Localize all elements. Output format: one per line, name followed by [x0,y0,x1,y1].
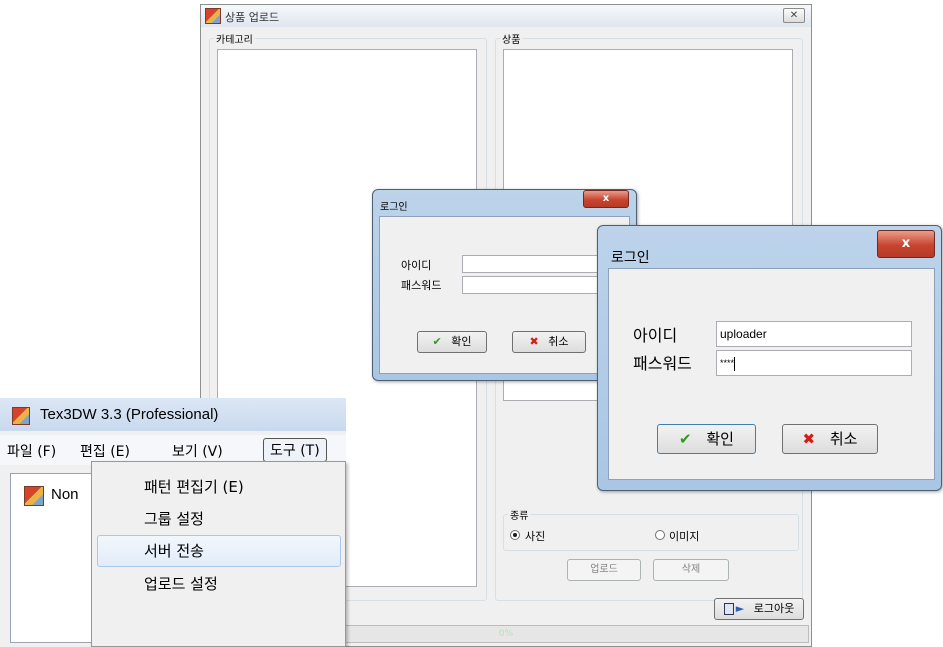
login-large-pw-value: **** [720,358,735,368]
product-label: 상품 [502,35,521,46]
login-small-id-label: 아이디 [401,259,432,272]
login-large-id-input[interactable]: uploader [716,321,912,347]
login-large-id-label: 아이디 [633,326,678,345]
x-icon: ✖ [529,335,539,348]
type-group-label: 종류 [510,511,529,522]
menu-item-upload-settings[interactable]: 업로드 설정 [92,569,345,599]
menu-edit[interactable]: 편집 (E) [80,441,130,461]
login-large-close-button[interactable]: x [877,230,935,258]
login-small-cancel-button[interactable]: ✖ 취소 [512,331,586,353]
tex3dw-doc-tab[interactable]: Non [51,486,79,503]
upload-button[interactable]: 업로드 [567,559,641,581]
upload-window-title: 상품 업로드 [225,11,280,24]
login-small-pw-label: 패스워드 [401,279,442,292]
type-photo-radio[interactable] [510,530,520,540]
login-large-cancel-label: 취소 [829,430,858,448]
login-large-ok-label: 확인 [706,430,734,448]
login-small-body: 아이디 패스워드 ✔ 확인 ✖ 취소 [379,216,630,374]
tools-dropdown-menu: 패턴 편집기 (E) 그룹 설정 서버 전송 업로드 설정 [91,461,346,647]
delete-button[interactable]: 삭제 [653,559,729,581]
login-large-cancel-button[interactable]: ✖ 취소 [782,424,878,454]
tex3dw-titlebar: Tex3DW 3.3 (Professional) [0,398,346,431]
check-icon: ✔ [432,335,442,348]
menu-item-group-settings[interactable]: 그룹 설정 [92,504,345,534]
login-dialog-large: 로그인 x 아이디 uploader 패스워드 **** ✔ 확인 ✖ 취소 [597,225,942,491]
category-label: 카테고리 [216,35,253,46]
upload-window-close-button[interactable]: ✕ [783,8,805,23]
type-group: 종류 [503,507,799,551]
login-small-close-button[interactable]: x [583,190,629,208]
tex3dw-doc-icon [24,486,44,506]
type-image-label: 이미지 [669,530,700,543]
upload-window-titlebar: 상품 업로드 ✕ [201,5,811,27]
menu-file[interactable]: 파일 (F) [7,441,56,461]
logout-door-icon [723,603,734,615]
login-small-ok-button[interactable]: ✔ 확인 [417,331,487,353]
login-large-pw-input[interactable]: **** [716,350,912,376]
tex3dw-window: Tex3DW 3.3 (Professional) 파일 (F) 편집 (E) … [0,398,346,647]
progress-text: 0% [498,629,514,639]
login-small-cancel-label: 취소 [548,335,569,348]
logout-button[interactable]: ► 로그아웃 [714,598,804,620]
type-image-radio[interactable] [655,530,665,540]
tex3dw-title: Tex3DW 3.3 (Professional) [40,406,219,423]
login-small-ok-label: 확인 [451,335,472,348]
logout-label: 로그아웃 [753,602,795,615]
tex3dw-app-icon [205,8,221,24]
check-icon: ✔ [679,430,692,448]
menu-item-server-transfer[interactable]: 서버 전송 [97,535,341,567]
login-large-pw-label: 패스워드 [633,354,692,373]
menu-item-pattern-editor[interactable]: 패턴 편집기 (E) [92,472,345,502]
x-icon: ✖ [802,430,816,448]
login-large-body: 아이디 uploader 패스워드 **** ✔ 확인 ✖ 취소 [608,268,935,480]
login-small-title: 로그인 [380,202,408,213]
login-large-ok-button[interactable]: ✔ 확인 [657,424,756,454]
logout-arrow-icon: ► [735,602,745,615]
menu-view[interactable]: 보기 (V) [172,441,223,461]
type-photo-label: 사진 [525,530,546,543]
login-large-title: 로그인 [611,250,650,266]
menu-tools[interactable]: 도구 (T) [263,438,327,462]
tex3dw-doc-panel: Non [10,473,100,643]
tex3dw-app-icon [12,407,30,425]
text-cursor [734,356,736,371]
